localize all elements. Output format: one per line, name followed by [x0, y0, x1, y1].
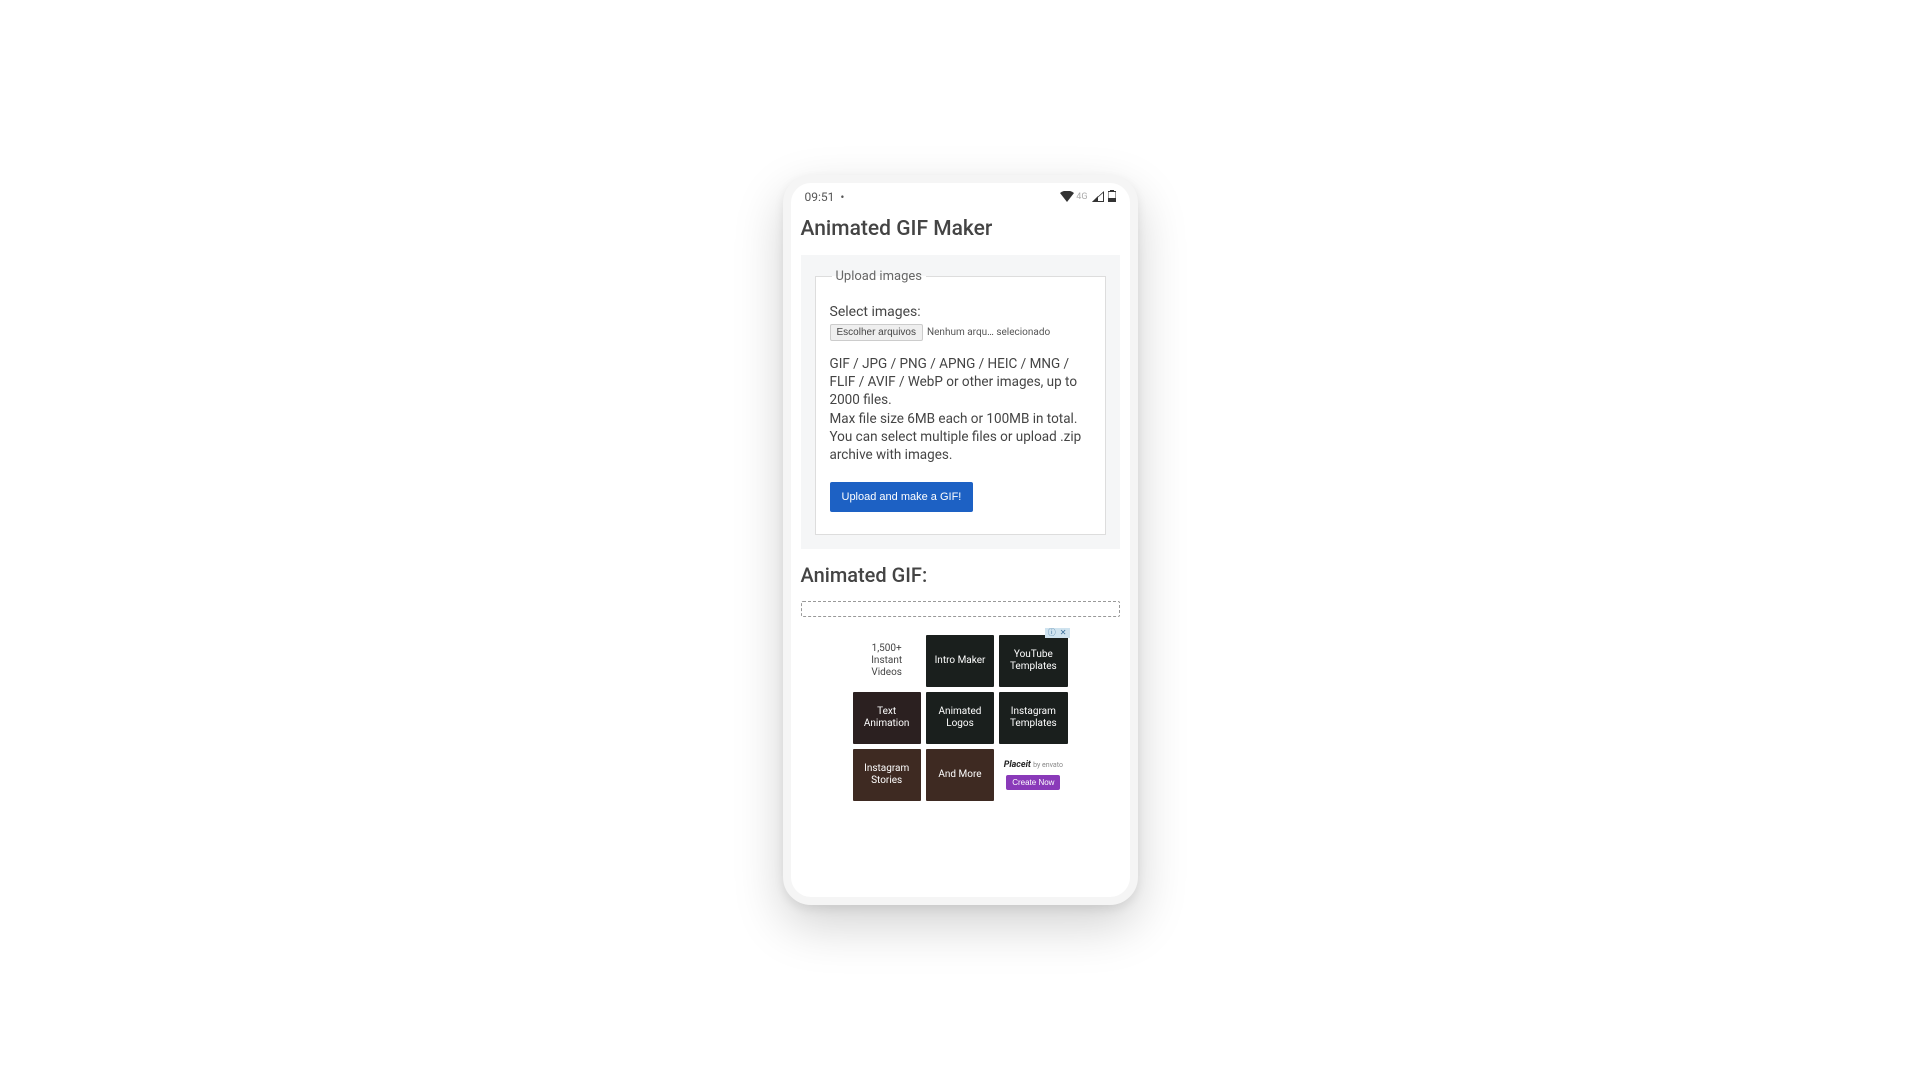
status-right: 4G: [1060, 190, 1115, 204]
result-dropzone[interactable]: [801, 601, 1120, 617]
ad-grid[interactable]: ⓘ✕ 1,500+ Instant Videos Intro Maker You…: [853, 635, 1068, 801]
ad-brand-tile[interactable]: Placeit by envato Create Now: [999, 749, 1067, 801]
result-title: Animated GIF:: [801, 563, 1120, 587]
status-bar: 09:51 • 4G: [791, 183, 1130, 207]
ad-tile-0[interactable]: 1,500+ Instant Videos: [853, 635, 921, 687]
upload-fieldset: Upload images Select images: Escolher ar…: [815, 269, 1106, 535]
ad-tile-5[interactable]: Instagram Templates: [999, 692, 1067, 744]
ad-tile-3[interactable]: Text Animation: [853, 692, 921, 744]
signal-icon: [1092, 191, 1104, 204]
network-badge: 4G: [1076, 192, 1087, 202]
ad-close-icon[interactable]: ✕: [1058, 628, 1069, 638]
upload-submit-button[interactable]: Upload and make a GIF!: [830, 482, 974, 512]
status-time: 09:51: [805, 190, 835, 204]
ad-tile-2[interactable]: YouTube Templates: [999, 635, 1067, 687]
screen-content[interactable]: Animated GIF Maker Upload images Select …: [791, 207, 1130, 897]
limits-info: Max file size 6MB each or 100MB in total…: [830, 410, 1091, 428]
choose-files-button[interactable]: Escolher arquivos: [830, 324, 923, 341]
upload-legend: Upload images: [832, 269, 926, 284]
ad-tile-7[interactable]: And More: [926, 749, 994, 801]
select-images-label: Select images:: [830, 304, 1091, 320]
multi-info: You can select multiple files or upload …: [830, 428, 1091, 464]
ad-tile-6[interactable]: Instagram Stories: [853, 749, 921, 801]
page-title: Animated GIF Maker: [801, 217, 1120, 241]
ad-info-icon: ⓘ: [1046, 628, 1058, 638]
ad-create-button[interactable]: Create Now: [1006, 775, 1060, 790]
formats-info: GIF / JPG / PNG / APNG / HEIC / MNG / FL…: [830, 355, 1091, 410]
ad-badge[interactable]: ⓘ✕: [1045, 628, 1070, 638]
ad-brand-name: Placeit by envato: [1004, 760, 1063, 771]
file-status-text: Nenhum arqu… selecionado: [927, 327, 1050, 338]
upload-panel: Upload images Select images: Escolher ar…: [801, 255, 1120, 549]
ad-tile-1[interactable]: Intro Maker: [926, 635, 994, 687]
status-dot: •: [840, 190, 844, 204]
battery-icon: [1108, 190, 1116, 204]
phone-mockup-frame: 09:51 • 4G Animated GIF Maker Upload ima…: [783, 175, 1138, 905]
wifi-icon: [1060, 191, 1074, 204]
ad-tile-4[interactable]: Animated Logos: [926, 692, 994, 744]
file-input-row: Escolher arquivos Nenhum arqu… seleciona…: [830, 324, 1091, 341]
status-left: 09:51 •: [805, 190, 845, 204]
